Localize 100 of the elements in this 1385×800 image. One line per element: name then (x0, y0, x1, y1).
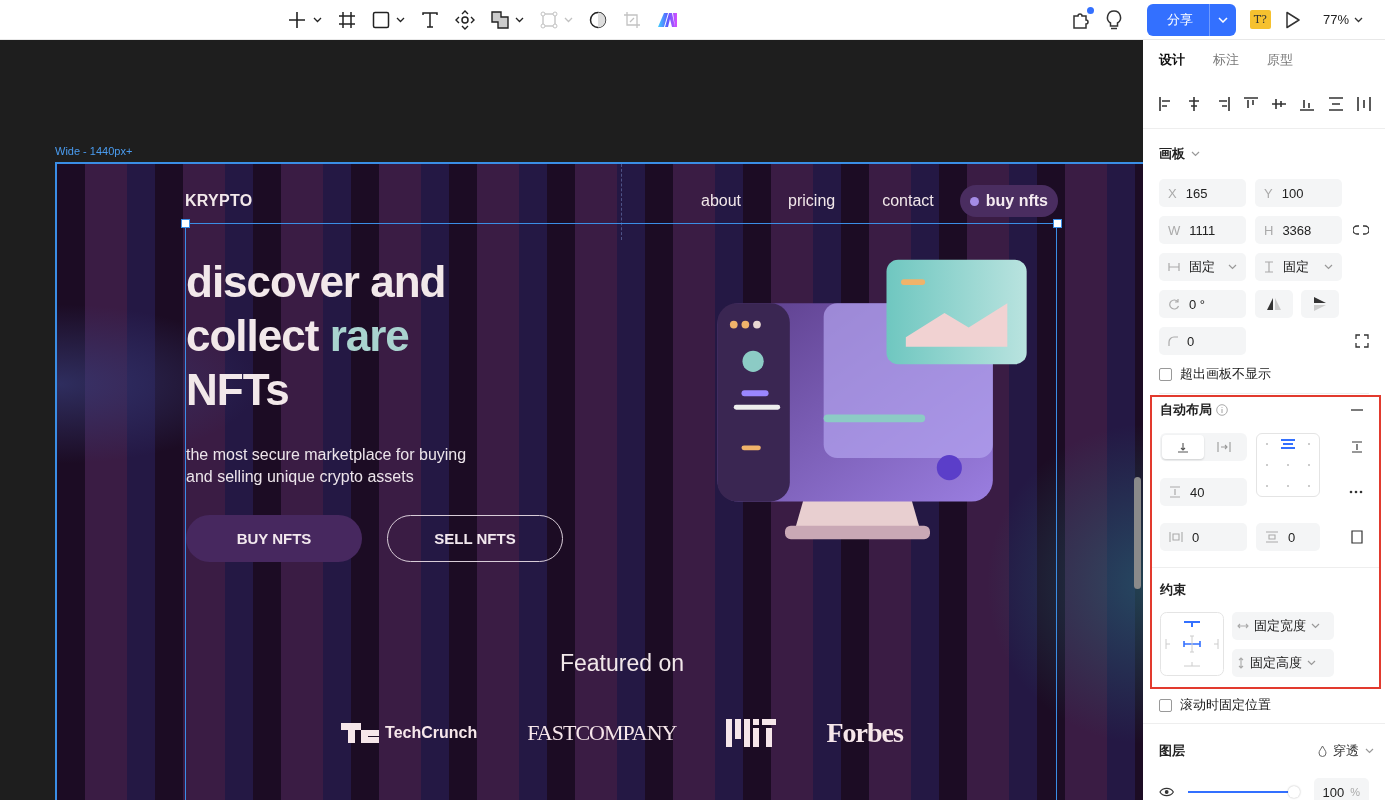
gap-icon (1169, 486, 1181, 498)
align-center-icon[interactable] (1187, 97, 1202, 111)
crop-icon (623, 10, 641, 29)
horizontal-padding-icon (1169, 531, 1183, 543)
nav-link[interactable]: pricing (788, 192, 836, 210)
brand-logo: TechCrunch (385, 724, 478, 742)
slider-thumb[interactable] (1287, 786, 1300, 798)
flip-vertical-button[interactable] (1301, 290, 1339, 318)
sizing-dropdown[interactable]: 固定 (1159, 253, 1246, 281)
resize-handle[interactable] (1053, 219, 1062, 228)
horizontal-direction-icon (1217, 441, 1232, 453)
panel-tab[interactable]: 标注 (1213, 51, 1239, 69)
hero-subtitle: the most secure marketplace for buying and selling unique crypto assets (186, 445, 468, 487)
text-icon (421, 10, 439, 29)
zoom-dropdown[interactable]: 77% (1322, 12, 1363, 27)
lightbulb-icon[interactable] (1104, 9, 1123, 30)
site-logo[interactable]: KRYPTO (185, 192, 253, 210)
padding-box-icon[interactable] (1351, 530, 1363, 544)
panel-tab[interactable]: 设计 (1159, 51, 1185, 69)
number-field[interactable]: W 1111 (1159, 216, 1246, 244)
more-icon[interactable] (1349, 490, 1363, 494)
scrollbar[interactable] (1134, 477, 1141, 589)
chevron-down-icon (1217, 16, 1228, 23)
play-icon[interactable] (1284, 10, 1301, 29)
brand-logo: FASTCOMPANY (527, 720, 677, 746)
vertical-direction-icon (1176, 441, 1189, 453)
eye-icon[interactable] (1159, 787, 1175, 797)
chevron-down-icon (1307, 660, 1316, 666)
drop-icon (1318, 745, 1327, 757)
nav-link[interactable]: contact (882, 192, 934, 210)
nav-link[interactable]: about (701, 192, 742, 210)
panel-tab[interactable]: 原型 (1267, 51, 1293, 69)
width-icon (1168, 262, 1180, 272)
link-icon[interactable] (1353, 225, 1369, 235)
sizing-dropdown[interactable]: 固定 (1255, 253, 1342, 281)
chevron-down-icon (396, 16, 405, 23)
flip-horizontal-button[interactable] (1255, 290, 1293, 318)
hero-headline: discover and collect rare NFTs (186, 256, 447, 416)
chevron-down-icon (1228, 264, 1237, 270)
resize-handle[interactable] (181, 219, 190, 228)
section-title: 图层 (1159, 742, 1185, 760)
chevron-down-icon (1311, 623, 1320, 629)
mit-logo-icon (726, 719, 777, 747)
vertical-arrows-icon (1237, 657, 1245, 669)
expand-corners-icon[interactable] (1355, 334, 1369, 348)
rotation-field[interactable]: 0 ° (1159, 290, 1246, 318)
frame-label[interactable]: Wide - 1440px+ (55, 145, 133, 157)
opacity-field[interactable]: 100 % (1313, 778, 1369, 800)
chevron-down-icon (1324, 264, 1333, 270)
chevron-down-icon (1354, 16, 1363, 23)
distribute-horizontal-icon[interactable] (1356, 97, 1371, 111)
boolean-icon (491, 10, 509, 29)
align-bottom-icon[interactable] (1300, 97, 1315, 111)
section-title[interactable]: 画板 (1159, 145, 1185, 163)
rectangle-icon (372, 10, 390, 29)
horizontal-constraint-dropdown[interactable]: 固定宽度 (1232, 612, 1334, 640)
share-button[interactable]: 分享 (1146, 3, 1209, 36)
chevron-down-icon (564, 16, 573, 23)
height-icon (1264, 261, 1274, 273)
radius-field[interactable]: 0 (1159, 327, 1246, 355)
frame-icon (338, 10, 356, 29)
chevron-down-icon[interactable] (1191, 151, 1200, 157)
corner-radius-icon (1168, 336, 1178, 346)
font-badge[interactable]: T? (1249, 10, 1271, 29)
number-field[interactable]: X 165 (1159, 179, 1246, 207)
blend-mode-dropdown[interactable]: 穿透 (1318, 742, 1374, 760)
align-middle-icon[interactable] (1272, 97, 1287, 111)
featured-heading: Featured on (560, 650, 684, 677)
flip-horizontal-icon (1266, 297, 1282, 311)
flip-vertical-icon (1313, 296, 1327, 312)
brand-logo: Forbes (826, 717, 903, 749)
move-icon (455, 9, 475, 30)
tc-mark-icon (341, 723, 380, 743)
vertical-padding-icon (1265, 531, 1279, 543)
fix-on-scroll-checkbox[interactable]: 滚动时固定位置 (1143, 689, 1385, 724)
horizontal-arrows-icon (1237, 622, 1249, 630)
align-top-icon[interactable] (1243, 97, 1258, 111)
section-title: 约束 (1160, 581, 1186, 599)
vertical-constraint-dropdown[interactable]: 固定高度 (1232, 649, 1334, 677)
ai-logo-icon (657, 11, 679, 28)
rotate-icon (1168, 298, 1180, 310)
align-left-icon[interactable] (1159, 97, 1173, 111)
number-field[interactable]: H 3368 (1255, 216, 1342, 244)
padding-field[interactable]: 0 (1160, 523, 1247, 551)
gap-field[interactable]: 40 (1160, 478, 1247, 506)
component-icon (540, 10, 558, 29)
ellipse-icon (589, 10, 607, 29)
clip-content-checkbox[interactable]: 超出画板不显示 (1159, 355, 1369, 394)
buy-nfts-button[interactable]: buy nfts (959, 185, 1058, 217)
constraint-widget-drawing[interactable] (1160, 612, 1224, 676)
chevron-down-icon (1365, 748, 1374, 754)
number-field[interactable]: Y 100 (1255, 179, 1342, 207)
section-title: 自动布局 (1160, 401, 1212, 419)
chevron-down-icon (313, 16, 322, 23)
hero-button[interactable]: BUY NFTS (186, 515, 362, 562)
padding-field[interactable]: 0 (1256, 523, 1320, 551)
plus-icon (287, 9, 307, 30)
spacing-mode-icon[interactable] (1351, 441, 1363, 453)
distribute-vertical-icon[interactable] (1328, 97, 1343, 111)
chevron-down-icon (515, 16, 524, 23)
